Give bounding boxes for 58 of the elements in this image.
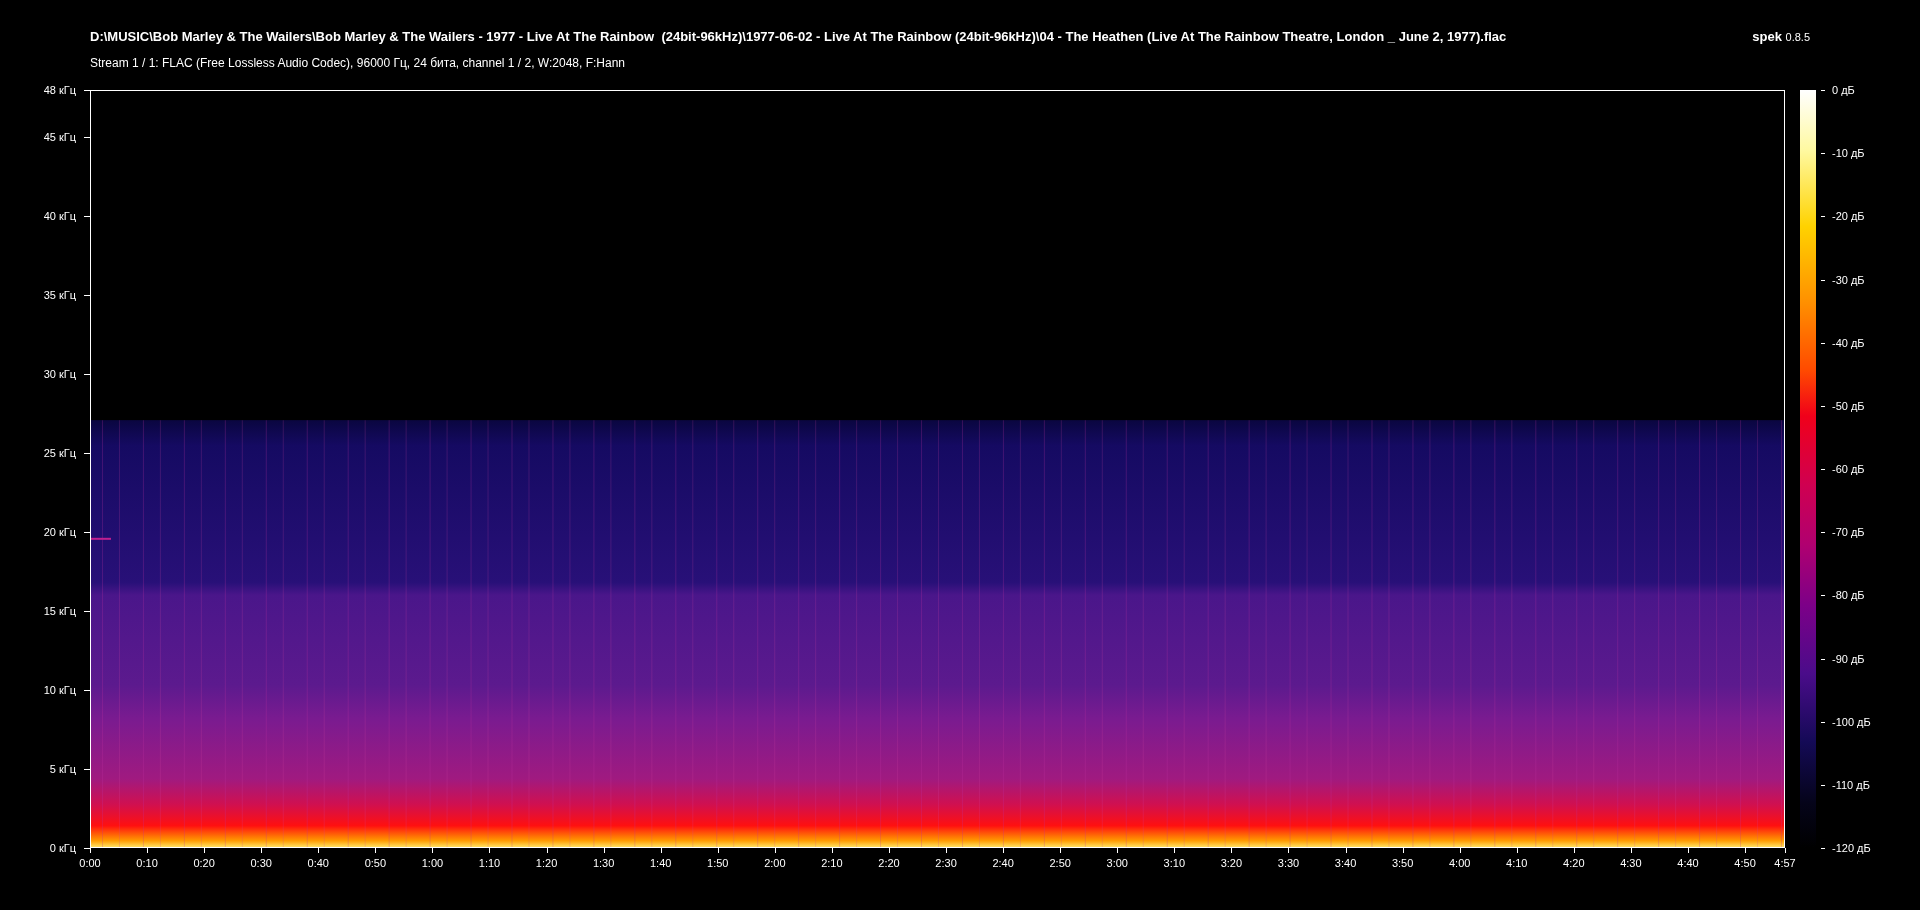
frequency-label: 25 кГц [43,446,76,460]
time-label: 0:10 [136,857,158,870]
decibel-label: -60 дБ [1832,462,1865,476]
decibel-label: -100 дБ [1832,715,1871,729]
time-label: 2:30 [935,857,957,870]
decibel-label: -90 дБ [1832,652,1865,665]
time-label: 0:20 [193,857,215,870]
decibel-label: -50 дБ [1832,399,1865,413]
time-label: 0:50 [364,857,387,870]
time-label: 2:40 [992,857,1014,870]
frequency-label: 40 кГц [43,209,76,223]
time-label: 4:50 [1734,857,1756,870]
decibel-label: -20 дБ [1832,209,1865,223]
app-name-version: spek 0.8.5 [1752,28,1810,46]
frequency-label: 30 кГц [43,367,76,381]
time-label: 2:50 [1049,857,1071,870]
time-label: 4:30 [1620,857,1642,870]
time-label: 1:00 [421,857,444,870]
time-label: 0:40 [307,857,329,870]
time-label: 4:40 [1677,857,1699,870]
time-label: 3:10 [1163,857,1186,870]
frequency-label: 48 кГц [43,83,76,97]
time-label: 3:00 [1106,857,1128,870]
time-label: 1:20 [535,857,558,870]
decibel-label: -80 дБ [1832,588,1865,602]
decibel-label: 0 дБ [1832,83,1855,97]
frequency-label: 35 кГц [43,288,76,302]
stream-info: Stream 1 / 1: FLAC (Free Lossless Audio Codec), 96000 Гц, 24 бита, channel 1 / 2, W:2048, F:Hann [90,55,627,71]
decibel-label: -110 дБ [1832,778,1870,792]
frequency-label: 0 кГц [49,841,76,855]
decibel-label: -70 дБ [1832,525,1865,539]
time-label: 2:10 [821,857,843,870]
time-label: 1:30 [592,857,615,870]
frequency-label: 5 кГц [49,762,76,776]
time-label: 2:20 [878,857,900,870]
frequency-label: 15 кГц [43,604,76,618]
decibel-label: -120 дБ [1832,841,1871,855]
decibel-label: -30 дБ [1832,273,1865,286]
decibel-label: -10 дБ [1832,146,1865,160]
time-label: 3:20 [1220,857,1243,870]
time-label: 4:00 [1449,857,1471,870]
time-label: 0:30 [250,857,272,870]
time-label: 1:10 [478,857,501,870]
time-label: 3:40 [1334,857,1357,870]
frequency-label: 10 кГц [43,683,76,697]
time-label: 1:50 [707,857,729,870]
time-label: 4:10 [1506,857,1528,870]
time-label: 1:40 [650,857,672,870]
decibel-label: -40 дБ [1832,336,1865,350]
time-label: 3:30 [1277,857,1300,870]
frequency-label: 20 кГц [43,525,76,539]
time-label: 0:00 [79,857,101,870]
time-label: 4:57 [1774,857,1796,870]
time-label: 4:20 [1563,857,1585,870]
time-label: 2:00 [764,857,786,870]
file-path-title: D:\MUSIC\Bob Marley & The Wailers\Bob Marley & The Wailers - 1977 - Live At The Rainbow (24bit-96kHz)\1977-06-02 - Live At The Rainbow (24bit-96kHz)\04 - The Heathen (Live At The Rainbow Theatre, London _ June 2, 1977).flac [90,28,1507,46]
time-label: 3:50 [1391,857,1414,870]
frequency-label: 45 кГц [43,130,76,144]
